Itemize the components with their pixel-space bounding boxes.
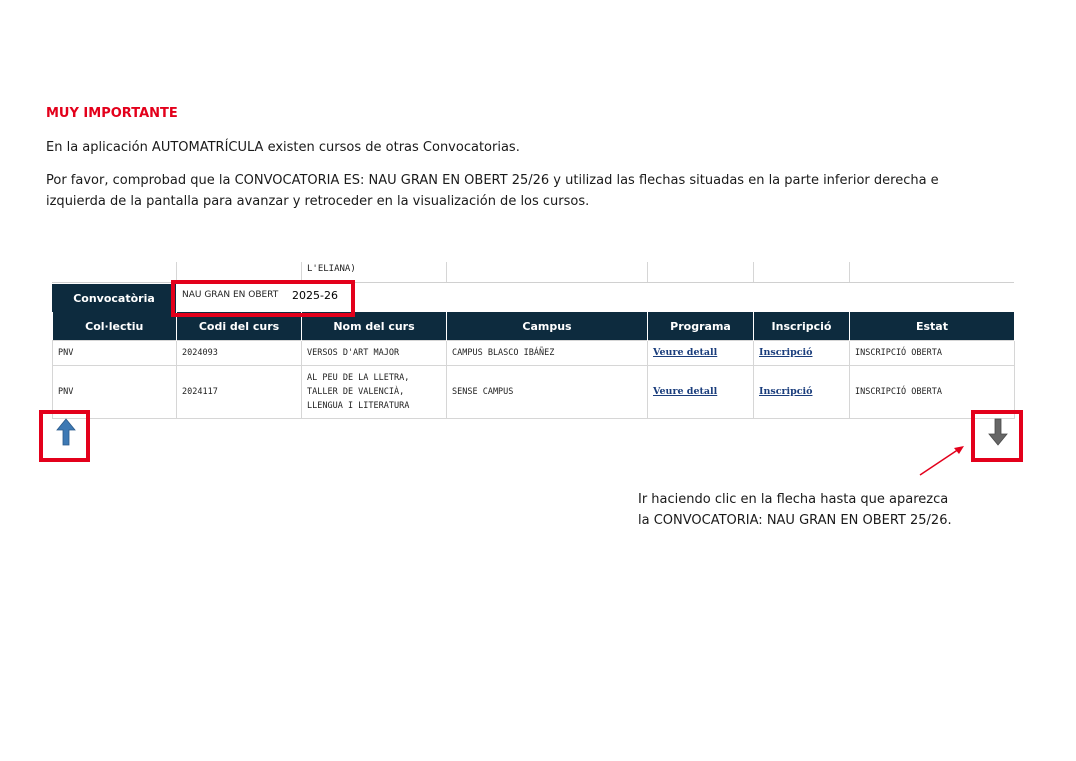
convocatoria-label: Convocatòria [52,284,176,312]
table-row: PNV 2024093 VERSOS D'ART MAJOR CAMPUS BL… [52,340,1015,366]
pointer-arrow-icon [915,442,967,482]
column-divider [446,262,447,282]
column-divider [647,262,648,282]
veure-detall-link[interactable]: Veure detall [653,347,717,358]
column-divider [301,262,302,282]
note-line-1: Ir haciendo clic en la flecha hasta que … [638,492,949,507]
column-header: Inscripció [753,312,850,341]
column-divider [176,262,177,282]
cell-codi: 2024117 [176,365,302,419]
cell-campus: CAMPUS BLASCO IBÁÑEZ [446,340,648,366]
inscripcio-link[interactable]: Inscripció [759,347,812,358]
column-divider [753,262,754,282]
cropped-cell-text: L'ELIANA) [307,264,356,274]
instructions-paragraph: Por favor, comprobad que la CONVOCATORIA… [46,173,939,209]
cell-nom: VERSOS D'ART MAJOR [301,340,447,366]
column-header: Programa [647,312,754,341]
column-header: Col·lectiu [52,312,177,341]
cell-programa: Veure detall [647,365,754,419]
arrow-down-icon[interactable] [988,418,1008,450]
intro-paragraph: En la aplicación AUTOMATRÍCULA existen c… [46,140,520,155]
column-header: Estat [849,312,1015,341]
cell-nom: AL PEU DE LA LLETRA, TALLER DE VALENCIÀ,… [301,365,447,419]
cell-campus: SENSE CAMPUS [446,365,648,419]
column-header: Campus [446,312,648,341]
arrow-up-icon[interactable] [56,418,76,450]
cell-estat: INSCRIPCIÓ OBERTA [849,340,1015,366]
cell-programa: Veure detall [647,340,754,366]
cell-codi: 2024093 [176,340,302,366]
veure-detall-link[interactable]: Veure detall [653,386,717,397]
heading-important: MUY IMPORTANTE [46,106,178,121]
cropped-previous-row: L'ELIANA) [52,262,1014,282]
table-row: PNV 2024117 AL PEU DE LA LLETRA, TALLER … [52,365,1015,419]
inscripcio-link[interactable]: Inscripció [759,386,812,397]
cell-inscripcio: Inscripció [753,365,850,419]
column-divider [849,262,850,282]
courses-table: Col·lectiu Codi del curs Nom del curs Ca… [52,312,1015,419]
instruction-note: Ir haciendo clic en la flecha hasta que … [638,489,952,531]
cell-inscripcio: Inscripció [753,340,850,366]
note-line-2: la CONVOCATORIA: NAU GRAN EN OBERT 25/26… [638,513,952,528]
highlight-convocatoria-box [171,280,355,317]
cell-collectiu: PNV [52,340,177,366]
